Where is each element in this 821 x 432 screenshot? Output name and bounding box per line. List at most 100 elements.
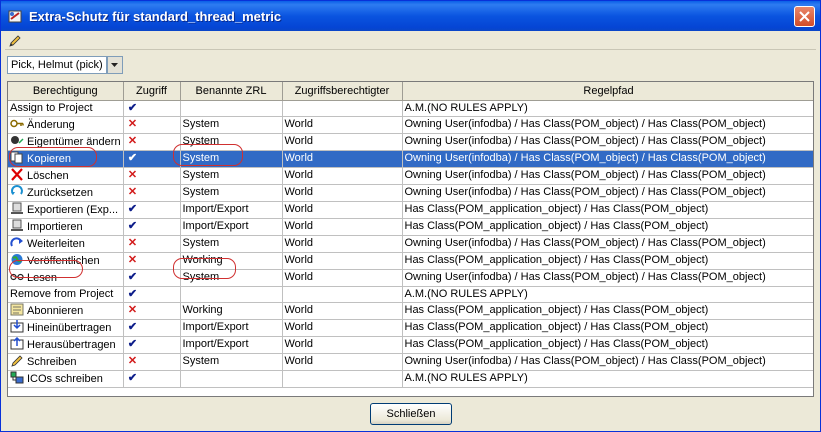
user-select-dropdown-button[interactable] [106, 56, 123, 74]
cell-berechtigung[interactable]: Remove from Project [8, 286, 124, 303]
cell-zugriff[interactable]: ✕ [123, 184, 181, 202]
cell-berechtigung[interactable]: Löschen [8, 167, 124, 185]
cell-berechtigung[interactable]: ICOs schreiben [8, 370, 124, 388]
permission-name: Importieren [27, 220, 83, 233]
table-row[interactable]: Hineinübertragen ✔ Import/Export World Has C… [8, 319, 813, 337]
cell-regelpfad: Owning User(infodba) / Has Class(POM_obj… [402, 167, 813, 185]
cell-zugriffsberechtigter: World [282, 150, 403, 168]
table-row[interactable]: Veröffentlichen ✕ Working World Has Class(PO… [8, 252, 813, 270]
cell-zugriffsberechtigter: World [282, 353, 403, 371]
permission-name: Exportieren (Exp... [27, 203, 119, 216]
cell-berechtigung[interactable]: Importieren [8, 218, 124, 236]
table-row[interactable]: Lesen ✔ System World Owning User(infodba) / … [8, 269, 813, 287]
user-select[interactable]: Pick, Helmut (pick) [7, 56, 123, 74]
cell-berechtigung[interactable]: Weiterleiten [8, 235, 124, 253]
edit-pencil-icon[interactable] [7, 33, 23, 49]
table-row[interactable]: Remove from Project ✔ A.M.(NO RULES APPLY) [8, 286, 813, 303]
cell-berechtigung[interactable]: Kopieren [8, 150, 124, 168]
checkmark-icon: ✔ [127, 338, 138, 350]
column-header-regelpfad[interactable]: Regelpfad [402, 82, 813, 101]
title-bar[interactable]: Extra-Schutz für standard_thread_metric [1, 1, 820, 31]
glasses-icon [10, 270, 24, 283]
cell-zugriffsberechtigter: World [282, 201, 403, 219]
reset-icon [10, 184, 24, 198]
cell-zugriff[interactable]: ✔ [123, 286, 181, 303]
cell-zugriff[interactable]: ✔ [123, 150, 181, 168]
access-table: Berechtigung Zugriff Benannte ZRL Zugrif… [7, 81, 814, 397]
cell-zugriff[interactable]: ✕ [123, 302, 181, 320]
cell-berechtigung[interactable]: Abonnieren [8, 302, 124, 320]
transfer-in-icon [10, 319, 24, 333]
cell-berechtigung[interactable]: Eigentümer ändern [8, 133, 124, 151]
table-row[interactable]: Löschen ✕ System World Owning User(infodba) … [8, 167, 813, 185]
cell-zugriff[interactable]: ✕ [123, 116, 181, 134]
cell-zugriff[interactable]: ✔ [123, 218, 181, 236]
cell-zugriffsberechtigter: World [282, 235, 403, 253]
cross-icon: ✕ [127, 304, 138, 316]
column-header-benannte-zrl[interactable]: Benannte ZRL [180, 82, 283, 101]
cross-icon: ✕ [127, 118, 138, 130]
cell-zugriff[interactable]: ✔ [123, 319, 181, 337]
cell-benannte-zrl: System [180, 167, 283, 185]
cell-zugriff[interactable]: ✕ [123, 167, 181, 185]
import-icon [10, 219, 24, 232]
cell-zugriff[interactable]: ✔ [123, 201, 181, 219]
pencil-icon [10, 354, 24, 367]
cell-berechtigung[interactable]: Assign to Project [8, 100, 124, 117]
cell-zugriffsberechtigter: World [282, 116, 403, 134]
table-row[interactable]: Weiterleiten ✕ System World Owning User(info… [8, 235, 813, 253]
column-header-zugriff[interactable]: Zugriff [123, 82, 181, 101]
table-row[interactable]: Schreiben ✕ System World Owning User(infodba… [8, 353, 813, 371]
table-row[interactable]: Kopieren ✔ System World Owning User(infodba)… [8, 150, 813, 168]
cell-berechtigung[interactable]: Herausübertragen [8, 336, 124, 354]
column-header-berechtigung[interactable]: Berechtigung [8, 82, 124, 101]
cell-zugriffsberechtigter: World [282, 184, 403, 202]
cell-zugriff[interactable]: ✕ [123, 235, 181, 253]
transfer-out-icon [10, 336, 24, 350]
cell-zugriff[interactable]: ✕ [123, 252, 181, 270]
table-row[interactable]: Assign to Project ✔ A.M.(NO RULES APPLY) [8, 100, 813, 117]
table-row[interactable]: Importieren ✔ Import/Export World Has Class(… [8, 218, 813, 236]
cell-berechtigung[interactable]: Schreiben [8, 353, 124, 371]
cell-regelpfad: Owning User(infodba) / Has Class(POM_obj… [402, 184, 813, 202]
table-row[interactable]: Exportieren (Exp... ✔ Import/Export World Ha… [8, 201, 813, 219]
cell-benannte-zrl: Working [180, 302, 283, 320]
cell-zugriff[interactable]: ✔ [123, 269, 181, 287]
cell-zugriff[interactable]: ✕ [123, 353, 181, 371]
close-window-button[interactable] [794, 6, 815, 27]
column-header-zugriffsberechtigter[interactable]: Zugriffsberechtigter [282, 82, 403, 101]
cell-zugriffsberechtigter: World [282, 269, 403, 287]
cell-berechtigung[interactable]: Änderung [8, 116, 124, 134]
table-row[interactable]: Zurücksetzen ✕ System World Owning User(info… [8, 184, 813, 202]
checkmark-icon: ✔ [127, 101, 138, 114]
cell-berechtigung[interactable]: Veröffentlichen [8, 252, 124, 270]
checkmark-icon: ✔ [127, 203, 138, 215]
table-row[interactable]: Abonnieren ✕ Working World Has Class(POM_app… [8, 302, 813, 320]
cell-berechtigung[interactable]: Lesen [8, 269, 124, 287]
cell-benannte-zrl [180, 100, 283, 117]
cell-zugriff[interactable]: ✔ [123, 370, 181, 388]
cell-benannte-zrl: System [180, 353, 283, 371]
cell-zugriff[interactable]: ✔ [123, 100, 181, 117]
cell-zugriffsberechtigter [282, 286, 403, 303]
table-row[interactable]: Herausübertragen ✔ Import/Export World Has C… [8, 336, 813, 354]
cell-zugriff[interactable]: ✕ [123, 133, 181, 151]
cell-regelpfad: Owning User(infodba) / Has Class(POM_obj… [402, 133, 813, 151]
cell-zugriff[interactable]: ✔ [123, 336, 181, 354]
cell-berechtigung[interactable]: Hineinübertragen [8, 319, 124, 337]
permission-name: Löschen [27, 169, 69, 182]
table-row[interactable]: Eigentümer ändern ✕ System World Owning User… [8, 133, 813, 151]
table-row[interactable]: Änderung ✕ System World Owning User(infodba)… [8, 116, 813, 134]
checkmark-icon: ✔ [127, 271, 138, 283]
cell-berechtigung[interactable]: Exportieren (Exp... [8, 201, 124, 219]
cell-zugriffsberechtigter: World [282, 336, 403, 354]
cell-berechtigung[interactable]: Zurücksetzen [8, 184, 124, 202]
cell-zugriffsberechtigter: World [282, 218, 403, 236]
cross-icon: ✕ [127, 135, 138, 147]
cell-regelpfad: Owning User(infodba) / Has Class(POM_obj… [402, 116, 813, 134]
user-select-value[interactable]: Pick, Helmut (pick) [7, 56, 107, 74]
cross-icon: ✕ [127, 254, 138, 266]
permission-name: Zurücksetzen [27, 186, 94, 199]
table-row[interactable]: ICOs schreiben ✔ A.M.(NO RULES APPLY) [8, 370, 813, 388]
close-button[interactable]: Schließen [370, 403, 452, 425]
